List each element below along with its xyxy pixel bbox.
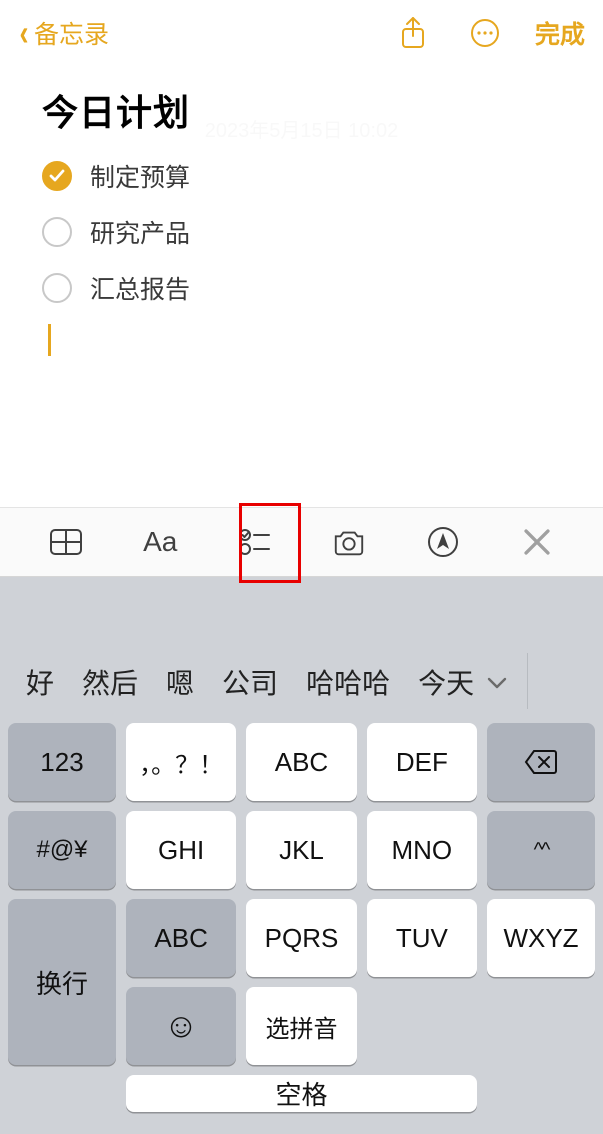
key-abc-mode[interactable]: ABC — [126, 899, 236, 977]
nav-bar: ‹ 备忘录 完成 — [0, 0, 603, 66]
key-select-pinyin[interactable]: 选拼音 — [246, 987, 356, 1065]
ime-candidate[interactable]: 哈哈哈 — [292, 662, 404, 702]
more-button[interactable] — [463, 11, 507, 55]
ime-candidate-strip: 好 然后 嗯 公司 哈哈哈 今天 — [0, 577, 603, 717]
checkbox-empty-icon[interactable] — [42, 273, 72, 303]
share-button[interactable] — [391, 11, 435, 55]
emoji-icon: ☺ — [164, 1007, 199, 1046]
key-wxyz[interactable]: WXYZ — [487, 899, 595, 977]
key-def[interactable]: DEF — [367, 723, 477, 801]
ime-candidate[interactable]: 然后 — [68, 662, 152, 702]
text-format-button[interactable]: Aa — [134, 516, 186, 568]
delete-icon — [524, 749, 558, 775]
ime-candidate[interactable]: 今天 — [404, 662, 480, 702]
checklist-button[interactable] — [228, 516, 280, 568]
key-space[interactable]: 空格 — [126, 1075, 477, 1112]
key-grid: 123 ，。？！ ABC DEF #@¥ GHI JKL MNO ^^ ABC … — [0, 717, 603, 1122]
candidate-separator — [527, 653, 529, 709]
text-cursor — [48, 324, 51, 356]
dismiss-keyboard-button[interactable] — [511, 516, 563, 568]
markup-icon — [426, 525, 460, 559]
key-abc-2[interactable]: ABC — [246, 723, 356, 801]
back-label[interactable]: 备忘录 — [34, 15, 109, 51]
chevron-down-icon — [486, 671, 508, 693]
share-icon — [399, 16, 427, 50]
checklist-item[interactable]: 研究产品 — [42, 214, 561, 250]
note-body[interactable]: 2023年5月15日 10:02 今日计划 制定预算 研究产品 汇总报告 — [0, 66, 603, 507]
back-chevron-icon[interactable]: ‹ — [20, 15, 29, 51]
checklist-item[interactable]: 制定预算 — [42, 158, 561, 194]
note-title[interactable]: 今日计划 — [42, 84, 561, 136]
more-icon — [470, 18, 500, 48]
key-return[interactable]: 换行 — [8, 899, 116, 1065]
checklist-item-label[interactable]: 汇总报告 — [90, 270, 190, 306]
camera-icon — [332, 525, 366, 559]
checklist-item-label[interactable]: 研究产品 — [90, 214, 190, 250]
format-toolbar: Aa — [0, 507, 603, 577]
key-ghi[interactable]: GHI — [126, 811, 236, 889]
key-punct[interactable]: ，。？！ — [126, 723, 236, 801]
camera-button[interactable] — [323, 516, 375, 568]
key-label: #@¥ — [36, 836, 87, 864]
table-button[interactable] — [40, 516, 92, 568]
checklist-icon — [237, 525, 271, 559]
table-icon — [49, 525, 83, 559]
key-delete[interactable] — [487, 723, 595, 801]
checkbox-checked-icon[interactable] — [42, 161, 72, 191]
key-mno[interactable]: MNO — [367, 811, 477, 889]
key-caret[interactable]: ^^ — [487, 811, 595, 889]
key-emoji[interactable]: ☺ — [126, 987, 236, 1065]
ime-candidate[interactable]: 嗯 — [152, 662, 208, 702]
close-icon — [520, 525, 554, 559]
key-123[interactable]: 123 — [8, 723, 116, 801]
key-symbols[interactable]: #@¥ — [8, 811, 116, 889]
key-label: ，。？！ — [139, 745, 223, 780]
ime-candidate[interactable]: 公司 — [208, 662, 292, 702]
key-tuv[interactable]: TUV — [367, 899, 477, 977]
checkbox-empty-icon[interactable] — [42, 217, 72, 247]
checklist: 制定预算 研究产品 汇总报告 — [42, 158, 561, 306]
key-pqrs[interactable]: PQRS — [246, 899, 356, 977]
ime-candidate[interactable]: 好 — [12, 662, 68, 702]
done-button[interactable]: 完成 — [535, 15, 585, 51]
keyboard-bottom-spacer — [0, 1122, 603, 1134]
keyboard: 好 然后 嗯 公司 哈哈哈 今天 123 ，。？！ ABC DEF — [0, 577, 603, 1134]
ime-expand-button[interactable] — [486, 671, 508, 693]
markup-button[interactable] — [417, 516, 469, 568]
key-jkl[interactable]: JKL — [246, 811, 356, 889]
key-label: ^^ — [534, 839, 549, 862]
checklist-item-label[interactable]: 制定预算 — [90, 158, 190, 194]
checklist-item[interactable]: 汇总报告 — [42, 270, 561, 306]
